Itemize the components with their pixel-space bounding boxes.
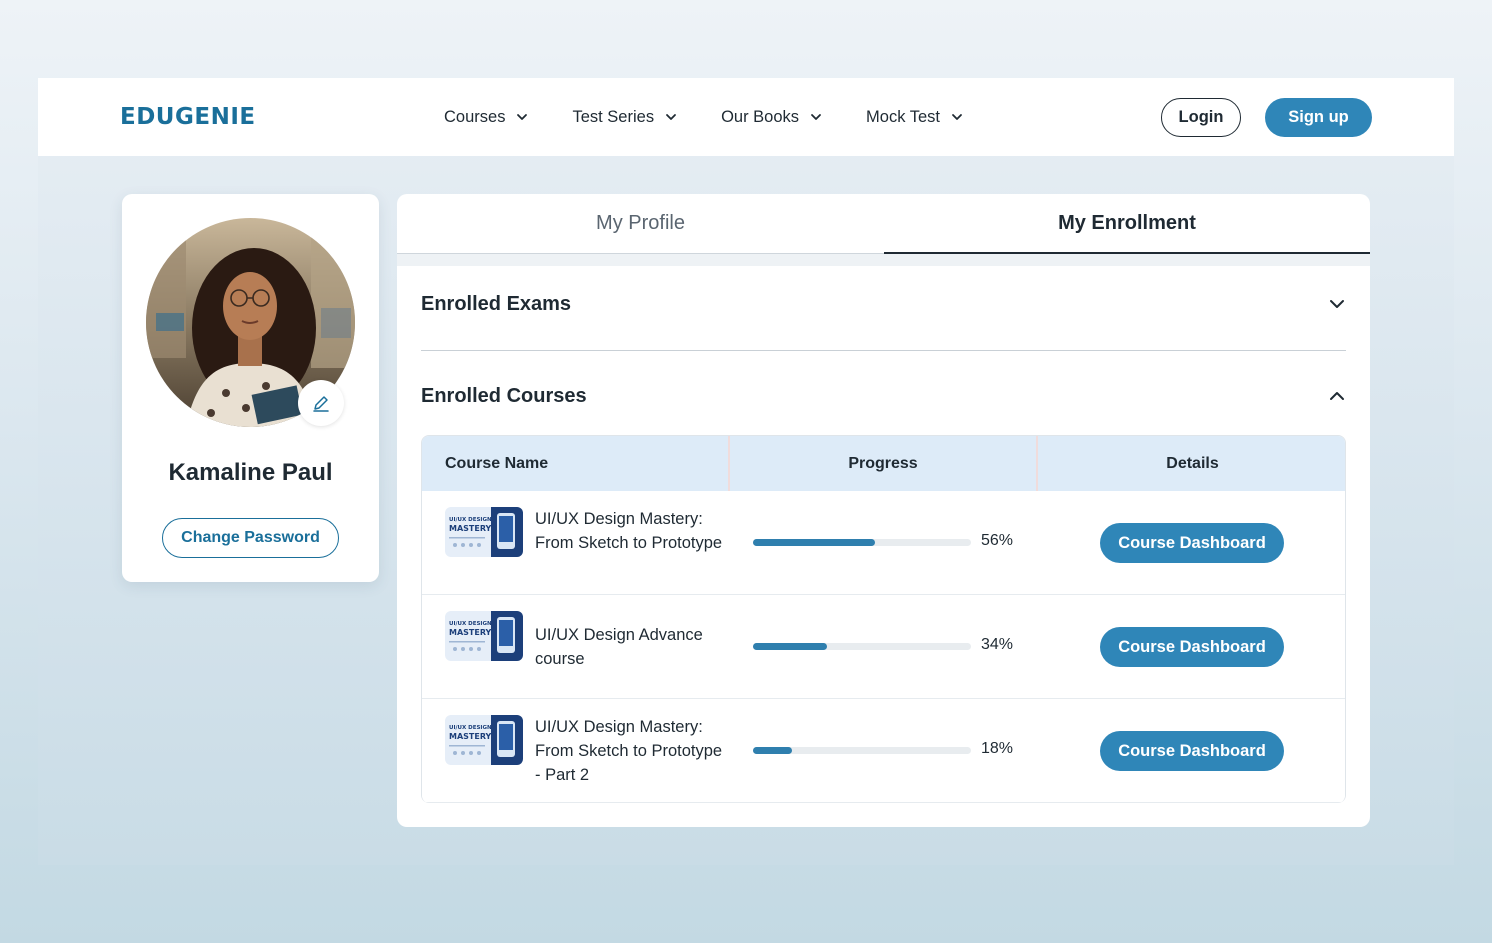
course-dashboard-button[interactable]: Course Dashboard: [1100, 523, 1284, 563]
course-name: UI/UX Design Mastery: From Sketch to Pro…: [535, 510, 723, 552]
thumb-text-line2: MASTERY: [449, 732, 492, 741]
progress-bar-fill: [753, 539, 875, 546]
nav-item-courses[interactable]: Courses: [444, 105, 528, 129]
brand-logo[interactable]: EDUGENIE: [120, 104, 256, 130]
chevron-down-icon: [517, 114, 528, 120]
thumb-text-line2: MASTERY: [449, 628, 492, 637]
thumb-text-line1: UI/UX DESIGN: [449, 621, 492, 627]
progress-bar-fill: [753, 643, 827, 650]
top-navbar: EDUGENIE Courses Test Series Our Books M…: [38, 78, 1454, 156]
course-dashboard-button[interactable]: Course Dashboard: [1100, 731, 1284, 771]
section-divider: [421, 350, 1346, 351]
course-name: UI/UX Design Mastery: From Sketch to Pro…: [535, 718, 723, 784]
nav-item-label: Mock Test: [866, 107, 940, 126]
progress-bar: [753, 643, 971, 650]
course-dashboard-button[interactable]: Course Dashboard: [1100, 627, 1284, 667]
enrollment-panel: My Profile My Enrollment Enrolled Exams …: [397, 194, 1370, 827]
chevron-down-icon[interactable]: [1328, 295, 1346, 313]
progress-percent: 34%: [981, 636, 1014, 653]
progress-percent: 18%: [981, 740, 1014, 757]
chevron-down-icon: [666, 114, 676, 120]
table-header: Course Name Progress Details: [422, 436, 1345, 491]
enrolled-exams-header[interactable]: Enrolled Exams: [421, 284, 1346, 324]
progress-bar-fill: [753, 747, 792, 754]
course-thumbnail: UI/UX DESIGN MASTERY: [445, 715, 523, 765]
enrolled-courses-table: Course Name Progress Details UI/UX DESIG…: [421, 435, 1346, 803]
table-row: UI/UX DESIGN MASTERY UI/UX Design Master…: [422, 699, 1345, 803]
table-row: UI/UX DESIGN MASTERY UI/UX Design Master…: [422, 491, 1345, 595]
course-name: UI/UX Design Advance course: [535, 626, 703, 668]
nav-item-label: Courses: [444, 107, 506, 126]
pencil-icon: [313, 396, 329, 412]
chevron-down-icon: [952, 114, 962, 120]
thumb-text-line1: UI/UX DESIGN: [449, 517, 492, 523]
login-button[interactable]: Login: [1161, 98, 1241, 137]
edit-avatar-button[interactable]: [298, 380, 344, 426]
signup-button[interactable]: Sign up: [1265, 98, 1372, 137]
course-thumbnail: UI/UX DESIGN MASTERY: [445, 507, 523, 557]
profile-card: Kamaline Paul Change Password: [122, 194, 379, 582]
progress-bar: [753, 539, 971, 546]
thumb-text-line2: MASTERY: [449, 524, 492, 533]
enrolled-courses-header[interactable]: Enrolled Courses: [421, 376, 1346, 416]
nav-item-mock-test[interactable]: Mock Test: [866, 105, 963, 129]
tab-my-enrollment[interactable]: My Enrollment: [884, 194, 1370, 254]
nav-item-label: Test Series: [572, 107, 655, 126]
change-password-button[interactable]: Change Password: [162, 518, 339, 558]
profile-name: Kamaline Paul: [168, 459, 333, 486]
thumb-text-line1: UI/UX DESIGN: [449, 725, 492, 731]
progress-percent: 56%: [981, 532, 1014, 549]
progress-bar: [753, 747, 971, 754]
table-row: UI/UX DESIGN MASTERY UI/UX Design Advanc…: [422, 595, 1345, 699]
column-header-progress: Progress: [730, 436, 1038, 491]
column-header-details: Details: [1166, 454, 1219, 472]
column-header-course-name: Course Name: [422, 436, 730, 491]
nav-item-test-series[interactable]: Test Series: [572, 105, 677, 129]
profile-tabs: My Profile My Enrollment: [397, 194, 1370, 254]
section-title: Enrolled Exams: [421, 292, 572, 315]
nav-item-our-books[interactable]: Our Books: [721, 105, 822, 129]
tab-my-profile[interactable]: My Profile: [397, 194, 884, 254]
chevron-up-icon[interactable]: [1328, 387, 1346, 405]
tab-spacer: [397, 254, 1370, 266]
nav-item-label: Our Books: [721, 107, 800, 126]
section-title: Enrolled Courses: [421, 384, 587, 407]
chevron-down-icon: [811, 114, 821, 120]
course-thumbnail: UI/UX DESIGN MASTERY: [445, 611, 523, 661]
main-nav: Courses Test Series Our Books Mock Test: [444, 105, 1007, 129]
